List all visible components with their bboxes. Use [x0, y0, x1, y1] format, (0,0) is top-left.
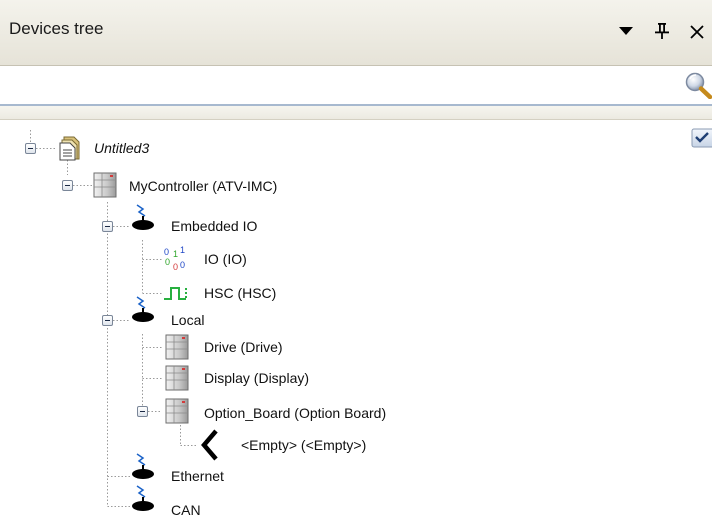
- status-check[interactable]: [691, 128, 712, 148]
- tree-node-drive-label[interactable]: Drive (Drive): [204, 339, 283, 355]
- chevron-down-icon: [619, 27, 633, 35]
- search-bar: [0, 66, 712, 106]
- project-icon: [59, 136, 80, 161]
- tree-node-display-icon: [164, 364, 192, 392]
- tree-node-embedded-io-label[interactable]: Embedded IO: [171, 218, 257, 234]
- toolbar-strip: [0, 106, 712, 120]
- tree-node-hsc-label[interactable]: HSC (HSC): [204, 285, 276, 301]
- tree-node-io-icon: 0 1 1 0 0 0: [162, 246, 190, 274]
- tree-node-can-label[interactable]: CAN: [171, 502, 201, 517]
- tree-node-empty-icon: [198, 428, 226, 464]
- tree-node-drive-icon: [164, 333, 192, 361]
- close-button[interactable]: [688, 16, 712, 46]
- tree-node-empty-label[interactable]: <Empty> (<Empty>): [241, 437, 366, 453]
- tree-node-mycontroller-label[interactable]: MyController (ATV-IMC): [129, 178, 277, 194]
- tree-node-ethernet-label[interactable]: Ethernet: [171, 468, 224, 484]
- io-digit: 1: [173, 249, 178, 259]
- expander-embedded-io[interactable]: [102, 221, 113, 232]
- bus-connector-icon: [132, 296, 154, 322]
- io-digit: 1: [180, 246, 185, 255]
- empty-slot-icon: [201, 429, 218, 461]
- digital-io-icon: 0 1 1 0 0 0: [164, 246, 185, 272]
- tree-node-io-label[interactable]: IO (IO): [204, 251, 247, 267]
- tree-node-display-label[interactable]: Display (Display): [204, 370, 309, 386]
- tree-node-untitled3-label[interactable]: Untitled3: [94, 140, 149, 156]
- panel-title: Devices tree: [9, 19, 104, 38]
- tree-node-local-icon: [130, 296, 158, 324]
- module-icon: [165, 398, 189, 424]
- tree-node-option-board-label[interactable]: Option_Board (Option Board): [204, 405, 386, 421]
- bus-connector-icon: [132, 485, 154, 511]
- module-icon: [165, 365, 189, 391]
- expander-untitled3[interactable]: [25, 143, 36, 154]
- pin-button[interactable]: [648, 16, 676, 46]
- expander-local[interactable]: [102, 315, 113, 326]
- pulse-icon: [164, 287, 187, 300]
- tree-node-ethernet-icon: [130, 453, 158, 481]
- bus-connector-icon: [132, 204, 154, 230]
- devices-tree: Untitled3 MyController (ATV-IMC) Embedde…: [0, 120, 712, 517]
- tree-node-hsc-icon: [162, 280, 190, 308]
- tree-node-local-label[interactable]: Local: [171, 312, 204, 328]
- search-icon: [685, 72, 712, 100]
- expander-option-board[interactable]: [137, 406, 148, 417]
- tree-node-mycontroller-icon: [92, 171, 120, 199]
- panel-header: Devices tree: [0, 0, 712, 66]
- module-icon: [165, 334, 189, 360]
- bus-connector-icon: [132, 453, 154, 479]
- io-digit: 0: [180, 260, 185, 270]
- tree-node-can-icon: [130, 485, 158, 513]
- expander-mycontroller[interactable]: [62, 180, 73, 191]
- checkmark-icon: [691, 128, 712, 148]
- io-digit: 0: [165, 257, 170, 267]
- dropdown-button[interactable]: [612, 16, 640, 46]
- io-digit: 0: [164, 247, 169, 257]
- io-digit: 0: [173, 262, 178, 272]
- pin-icon: [655, 23, 669, 39]
- close-icon: [690, 25, 704, 39]
- tree-node-option-board-icon: [164, 397, 192, 425]
- tree-node-embedded-io-icon: [130, 204, 158, 232]
- search-button[interactable]: [684, 69, 712, 100]
- search-input[interactable]: [4, 72, 664, 98]
- controller-icon: [93, 172, 117, 198]
- tree-node-untitled3-icon: [58, 133, 86, 161]
